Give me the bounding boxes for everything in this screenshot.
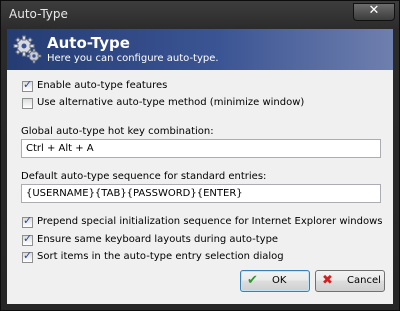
default-sequence-input[interactable]: {USERNAME}{TAB}{PASSWORD}{ENTER} [21,184,381,203]
checkmark-icon: ✓ [23,78,33,91]
gears-icon [13,35,42,64]
banner-title: Auto-Type [47,34,130,52]
checkbox-box[interactable]: ✓ [22,214,33,228]
close-icon: ✕ [368,3,380,18]
hotkey-label: Global auto-type hot key combination: [21,126,214,137]
hotkey-value: Ctrl + Alt + A [26,143,94,154]
checkmark-icon: ✓ [23,232,33,245]
default-sequence-label: Default auto-type sequence for standard … [21,171,267,182]
cancel-button-label: Cancel [347,275,381,286]
checkbox-box[interactable]: ✓ [22,249,33,263]
checkbox-label: Use alternative auto-type method (minimi… [37,97,305,108]
checkbox-box[interactable]: ✓ [22,232,33,246]
ok-button-label: OK [272,275,287,286]
checkmark-icon: ✓ [23,249,33,262]
ok-button[interactable]: ✔ OK [240,270,310,292]
cancel-button[interactable]: ✖ Cancel [315,270,385,292]
auto-type-dialog: Auto-Type ✕ Auto-Type Here you can confi… [0,0,400,311]
title-bar[interactable]: Auto-Type ✕ [1,1,399,29]
checkbox-label: Sort items in the auto-type entry select… [37,251,284,262]
checkbox-label: Enable auto-type features [37,80,168,91]
close-button[interactable]: ✕ [353,3,395,21]
window-title: Auto-Type [9,7,68,21]
checkmark-icon: ✓ [23,214,33,227]
options-panel: ✓ Enable auto-type features Use alternat… [7,70,393,304]
default-sequence-value: {USERNAME}{TAB}{PASSWORD}{ENTER} [26,188,243,199]
checkbox-label: Ensure same keyboard layouts during auto… [37,234,279,245]
green-check-icon: ✔ [247,273,258,288]
header-banner: Auto-Type Here you can configure auto-ty… [7,29,393,70]
hotkey-input[interactable]: Ctrl + Alt + A [21,139,381,158]
checkbox-box[interactable] [22,98,33,109]
banner-subtitle: Here you can configure auto-type. [47,53,219,64]
checkbox-box[interactable]: ✓ [22,78,33,92]
checkbox-label: Prepend special initialization sequence … [37,216,383,227]
red-cross-icon: ✖ [322,273,333,288]
